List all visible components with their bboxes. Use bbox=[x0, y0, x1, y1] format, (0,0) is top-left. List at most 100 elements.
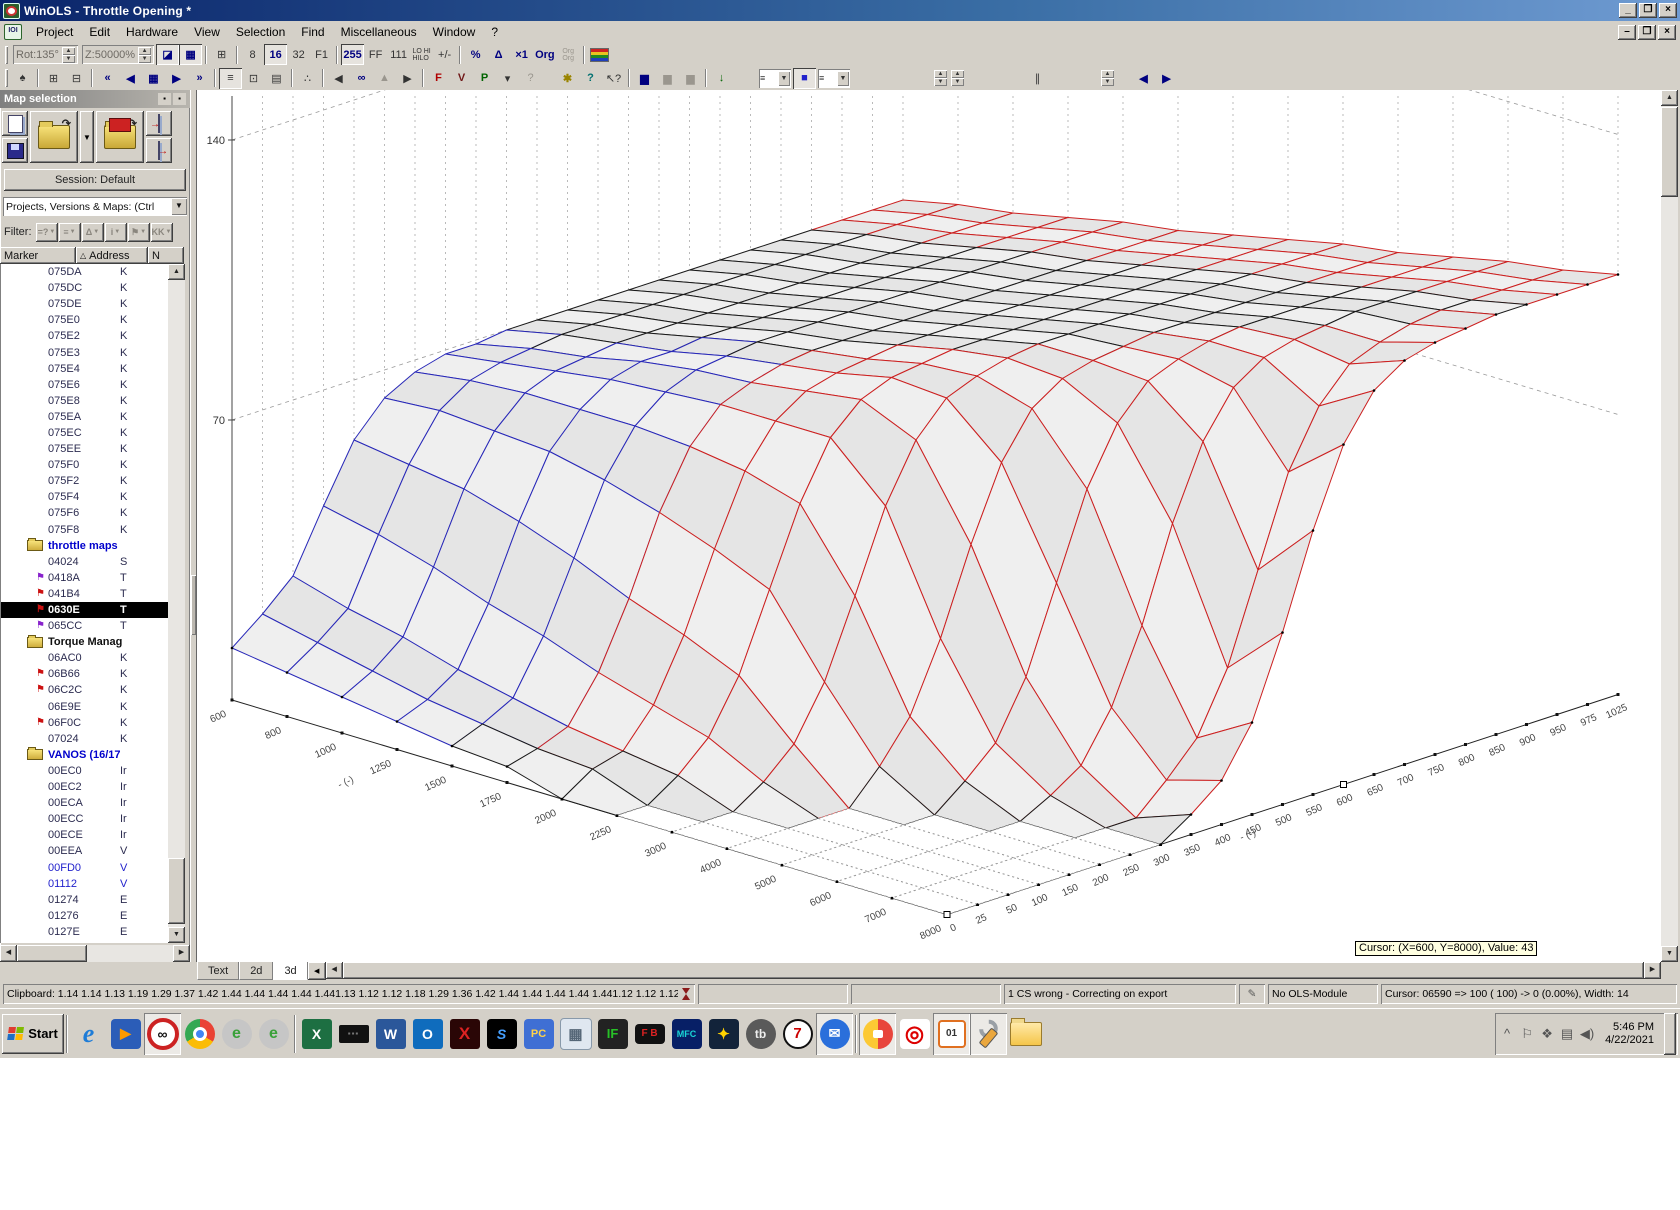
split-view-button[interactable]: ∥ bbox=[1026, 68, 1049, 89]
zoom-stepper[interactable]: ▲▼ bbox=[138, 47, 151, 63]
filter-equals-button[interactable]: =?▼ bbox=[36, 223, 58, 242]
map-row[interactable]: 00ECCIr bbox=[1, 811, 168, 827]
menu-find[interactable]: Find bbox=[293, 22, 332, 42]
map-row[interactable]: ⚑0630ET bbox=[1, 602, 168, 618]
diff-prev-button[interactable]: ◀ bbox=[327, 68, 350, 89]
taskbar-icon-explorer[interactable] bbox=[1007, 1013, 1044, 1055]
taskbar-icon-calculator[interactable]: ▦ bbox=[557, 1013, 594, 1055]
version-button[interactable]: V bbox=[450, 68, 473, 89]
map-row[interactable]: 00FD0V bbox=[1, 859, 168, 875]
map-3d-view[interactable]: 7014060080010001250150017502000225030004… bbox=[197, 90, 1661, 962]
menu-?[interactable]: ? bbox=[483, 22, 506, 42]
map-row[interactable]: 01280E bbox=[1, 940, 168, 943]
taskbar-icon-security-target[interactable]: ◎ bbox=[896, 1013, 933, 1055]
taskbar-icon-box-01[interactable]: 01 bbox=[933, 1013, 970, 1055]
org-button[interactable]: Org bbox=[533, 44, 557, 65]
upload-button[interactable]: ▲ bbox=[373, 68, 396, 89]
map-preview-button[interactable]: ▤ bbox=[265, 68, 288, 89]
scroll-right-icon[interactable]: ▶ bbox=[173, 945, 190, 962]
map-row[interactable]: 075E0K bbox=[1, 312, 168, 328]
rotation-stepper[interactable]: ▲▼ bbox=[62, 47, 75, 63]
tray-volume-icon[interactable]: ◀) bbox=[1577, 1026, 1597, 1042]
splitter-grip[interactable] bbox=[191, 575, 196, 635]
tree-view-button[interactable]: ≡ bbox=[219, 68, 242, 89]
menu-hardware[interactable]: Hardware bbox=[118, 22, 186, 42]
column-header-n[interactable]: N bbox=[148, 247, 184, 264]
map-row[interactable]: 04024S bbox=[1, 554, 168, 570]
nav-prev-button[interactable]: ◀ bbox=[119, 68, 142, 89]
list-horizontal-scrollbar[interactable]: ◀ ▶ bbox=[0, 945, 190, 962]
nav-first-button[interactable]: « bbox=[96, 68, 119, 89]
map-row[interactable]: 01112V bbox=[1, 876, 168, 892]
scroll-right-icon[interactable]: ▶ bbox=[1644, 962, 1661, 979]
taskbar-icon-xee[interactable]: X bbox=[446, 1013, 483, 1055]
map-row[interactable]: ⚑065CCT bbox=[1, 618, 168, 634]
width-f1-button[interactable]: F1 bbox=[310, 44, 333, 65]
close-button[interactable]: × bbox=[1659, 3, 1677, 18]
taskbar-icon-fb-chip[interactable]: F B bbox=[631, 1013, 668, 1055]
times1-button[interactable]: ×1 bbox=[510, 44, 533, 65]
filter-list-button[interactable]: ≡▼ bbox=[59, 223, 81, 242]
taskbar-icon-outlook[interactable]: O bbox=[409, 1013, 446, 1055]
menu-window[interactable]: Window bbox=[425, 22, 484, 42]
map-row[interactable]: 075DCK bbox=[1, 280, 168, 296]
save-button[interactable] bbox=[2, 138, 28, 163]
map-row[interactable]: 075DEK bbox=[1, 296, 168, 312]
map-folder-row[interactable]: throttle maps bbox=[1, 538, 168, 554]
fill-color-button[interactable]: ■ bbox=[793, 68, 816, 89]
map-row[interactable]: 075EEK bbox=[1, 441, 168, 457]
colors-button[interactable] bbox=[588, 44, 611, 65]
export-map-button[interactable]: → bbox=[146, 138, 172, 163]
new-window-button[interactable]: ⊞ bbox=[42, 68, 65, 89]
taskbar-icon-thunderbird[interactable]: ✉ bbox=[816, 1013, 853, 1055]
chevron-down-icon[interactable]: ▼ bbox=[171, 198, 187, 215]
menu-view[interactable]: View bbox=[186, 22, 228, 42]
scope-dropdown[interactable]: Projects, Versions & Maps: (Ctrl ▼ bbox=[3, 197, 187, 216]
family-drop-button[interactable]: ▾ bbox=[496, 68, 519, 89]
value-ff-button[interactable]: FF bbox=[364, 44, 387, 65]
menu-miscellaneous[interactable]: Miscellaneous bbox=[333, 22, 425, 42]
insert-map-button[interactable]: ✱ bbox=[556, 68, 579, 89]
overview-button[interactable]: ▦ bbox=[142, 68, 165, 89]
taskbar-icon-ols-gray-1[interactable]: e bbox=[218, 1013, 255, 1055]
map-row[interactable]: ⚑0418AT bbox=[1, 570, 168, 586]
page-prev-button[interactable]: ◀ bbox=[1132, 68, 1155, 89]
scroll-left-icon[interactable]: ◀ bbox=[326, 962, 343, 979]
map-row[interactable]: 075F8K bbox=[1, 522, 168, 538]
tray-flag-icon[interactable]: ⚐ bbox=[1517, 1026, 1537, 1042]
map-row[interactable]: 075DAK bbox=[1, 264, 168, 280]
start-button[interactable]: Start bbox=[2, 1014, 64, 1054]
tab-2d[interactable]: 2d bbox=[239, 962, 273, 980]
taskbar-icon-if-app[interactable]: IF bbox=[594, 1013, 631, 1055]
export-map-button[interactable]: ↓ bbox=[710, 68, 733, 89]
map-row[interactable]: 07024K bbox=[1, 731, 168, 747]
width-8-button[interactable]: 8 bbox=[241, 44, 264, 65]
filter-delta-button[interactable]: Δ▼ bbox=[82, 223, 104, 242]
taskbar-icon-excel[interactable]: X bbox=[298, 1013, 335, 1055]
map-row[interactable]: 01274E bbox=[1, 892, 168, 908]
scroll-thumb[interactable] bbox=[17, 945, 87, 962]
taskbar-icon-script-app[interactable]: S bbox=[483, 1013, 520, 1055]
menu-project[interactable]: Project bbox=[28, 22, 81, 42]
statistics2-button[interactable]: ▆ bbox=[656, 68, 679, 89]
scroll-thumb[interactable] bbox=[1661, 107, 1678, 197]
scroll-up-icon[interactable]: ▲ bbox=[168, 264, 185, 280]
family-button[interactable]: F bbox=[427, 68, 450, 89]
menu-edit[interactable]: Edit bbox=[81, 22, 118, 42]
chart-vertical-scrollbar[interactable]: ▲ ▼ bbox=[1661, 90, 1678, 962]
page-next-button[interactable]: ▶ bbox=[1155, 68, 1178, 89]
tray-network-icon[interactable]: ▤ bbox=[1557, 1026, 1577, 1042]
taskbar-icon-mfc[interactable]: MFC bbox=[668, 1013, 705, 1055]
taskbar-icon-seven-ball[interactable]: 7 bbox=[779, 1013, 816, 1055]
scroll-up-icon[interactable]: ▲ bbox=[1661, 90, 1678, 106]
import-map-button[interactable]: → bbox=[146, 111, 172, 136]
context-help-button[interactable]: ↖? bbox=[602, 68, 625, 89]
filter-info-button[interactable]: i▼ bbox=[105, 223, 127, 242]
view-table-button[interactable]: ▦ bbox=[179, 44, 202, 65]
axis-display-combo[interactable]: ≡▼ bbox=[759, 69, 791, 88]
map-row[interactable]: 06AC0K bbox=[1, 650, 168, 666]
project-button[interactable]: P bbox=[473, 68, 496, 89]
map-row[interactable]: 00ECAIr bbox=[1, 795, 168, 811]
width-32-button[interactable]: 32 bbox=[287, 44, 310, 65]
chart-horizontal-scrollbar[interactable]: ◀ ▶ bbox=[326, 962, 1661, 979]
